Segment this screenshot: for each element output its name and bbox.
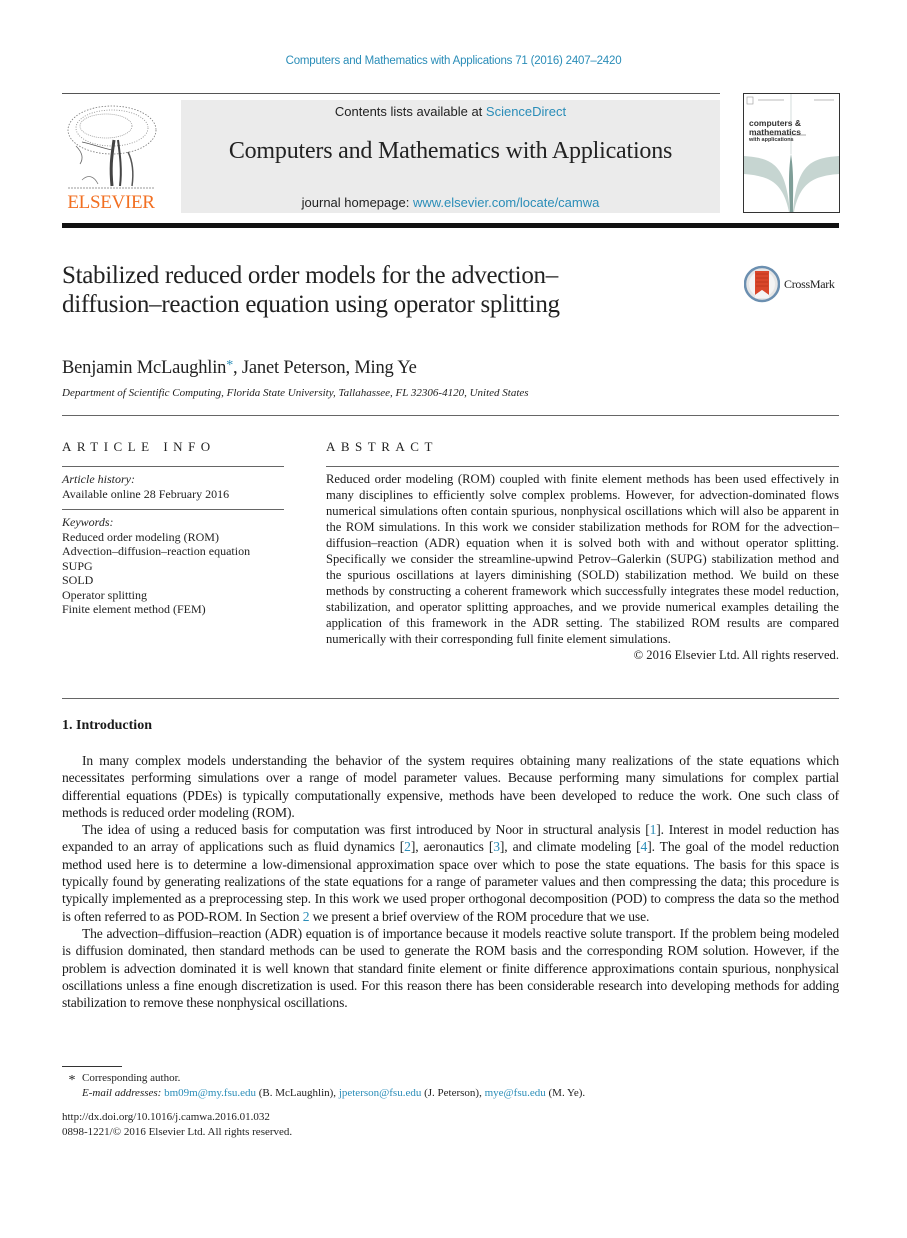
abstract-body: Reduced order modeling (ROM) coupled wit… [326, 471, 839, 663]
elsevier-wordmark: ELSEVIER [67, 192, 155, 213]
keyword-item: SUPG [62, 558, 93, 573]
section-divider [62, 698, 839, 699]
email-link[interactable]: mye@fsu.edu [485, 1087, 546, 1099]
elsevier-tree-icon [67, 105, 157, 189]
keyword-item: Advection–diffusion–reaction equation [62, 544, 251, 558]
article-title: Stabilized reduced order models for the … [62, 262, 560, 318]
email-link[interactable]: bm09m@my.fsu.edu [164, 1087, 256, 1099]
paragraph: The advection–diffusion–reaction (ADR) e… [62, 925, 839, 1011]
doi-link[interactable]: http://dx.doi.org/10.1016/j.camwa.2016.0… [62, 1110, 270, 1125]
corresponding-author-marker[interactable]: * [226, 358, 233, 373]
keyword-item: Reduced order modeling (ROM) [62, 529, 219, 544]
keyword-item: Operator splitting [62, 587, 147, 602]
journal-homepage-link[interactable]: www.elsevier.com/locate/camwa [413, 195, 599, 210]
header-bottom-rule [62, 223, 839, 228]
author-name[interactable]: Benjamin McLaughlin [62, 358, 226, 378]
journal-cover-thumbnail[interactable]: computers & mathematics with application… [743, 93, 840, 213]
crossmark-icon [744, 265, 780, 303]
header-top-rule [62, 93, 720, 94]
article-history-value: Available online 28 February 2016 [62, 486, 230, 501]
footnote-marker: * [68, 1073, 76, 1088]
keywords-label: Keywords: [62, 515, 114, 529]
article-info-rule [62, 466, 284, 467]
paragraph: The idea of using a reduced basis for co… [62, 822, 839, 924]
contents-line: Contents lists available at ScienceDirec… [334, 104, 567, 119]
keyword-item: SOLD [62, 573, 94, 587]
author-affiliation: Department of Scientific Computing, Flor… [62, 387, 529, 399]
abstract-copyright: © 2016 Elsevier Ltd. All rights reserved… [633, 648, 839, 662]
crossmark-button[interactable]: CrossMark [744, 265, 844, 303]
email-addresses: E-mail addresses: bm09m@my.fsu.edu (B. M… [82, 1087, 586, 1099]
homepage-line: journal homepage: www.elsevier.com/locat… [301, 195, 600, 210]
issn-copyright: 0898-1221/© 2016 Elsevier Ltd. All right… [62, 1126, 293, 1138]
author-name[interactable]: Janet Peterson [242, 358, 346, 378]
abstract-heading: ABSTRACT [326, 439, 438, 454]
introduction-heading: 1. Introduction [62, 718, 152, 733]
keywords-rule [62, 509, 284, 510]
journal-title: Computers and Mathematics with Applicati… [228, 138, 673, 164]
reference-link[interactable]: 2 [404, 839, 411, 854]
abstract-rule [326, 466, 839, 467]
section-divider [62, 415, 839, 416]
sciencedirect-link[interactable]: ScienceDirect [486, 104, 566, 119]
email-link[interactable]: jpeterson@fsu.edu [339, 1087, 422, 1099]
elsevier-logo[interactable]: ELSEVIER [62, 100, 160, 214]
journal-citation-link[interactable]: Computers and Mathematics with Applicati… [0, 55, 907, 67]
keyword-item: Finite element method (FEM) [62, 602, 206, 616]
cover-title: computers & mathematics with application… [749, 118, 801, 144]
author-name[interactable]: Ming Ye [354, 358, 417, 378]
article-info-heading: ARTICLE INFO [62, 439, 216, 454]
journal-masthead: Contents lists available at ScienceDirec… [181, 100, 720, 213]
keywords-list: Keywords: Reduced order modeling (ROM) A… [62, 515, 284, 617]
article-history-label: Article history: [62, 472, 135, 486]
author-list: Benjamin McLaughlin*, Janet Peterson, Mi… [62, 358, 417, 378]
article-history: Article history: Available online 28 Feb… [62, 472, 284, 501]
reference-link[interactable]: 3 [493, 839, 500, 854]
abstract-text: Reduced order modeling (ROM) coupled wit… [326, 472, 839, 646]
footnote-rule [62, 1066, 122, 1067]
paragraph: In many complex models understanding the… [62, 753, 839, 820]
introduction-body: In many complex models understanding the… [62, 752, 839, 1011]
crossmark-label: CrossMark [784, 277, 835, 291]
